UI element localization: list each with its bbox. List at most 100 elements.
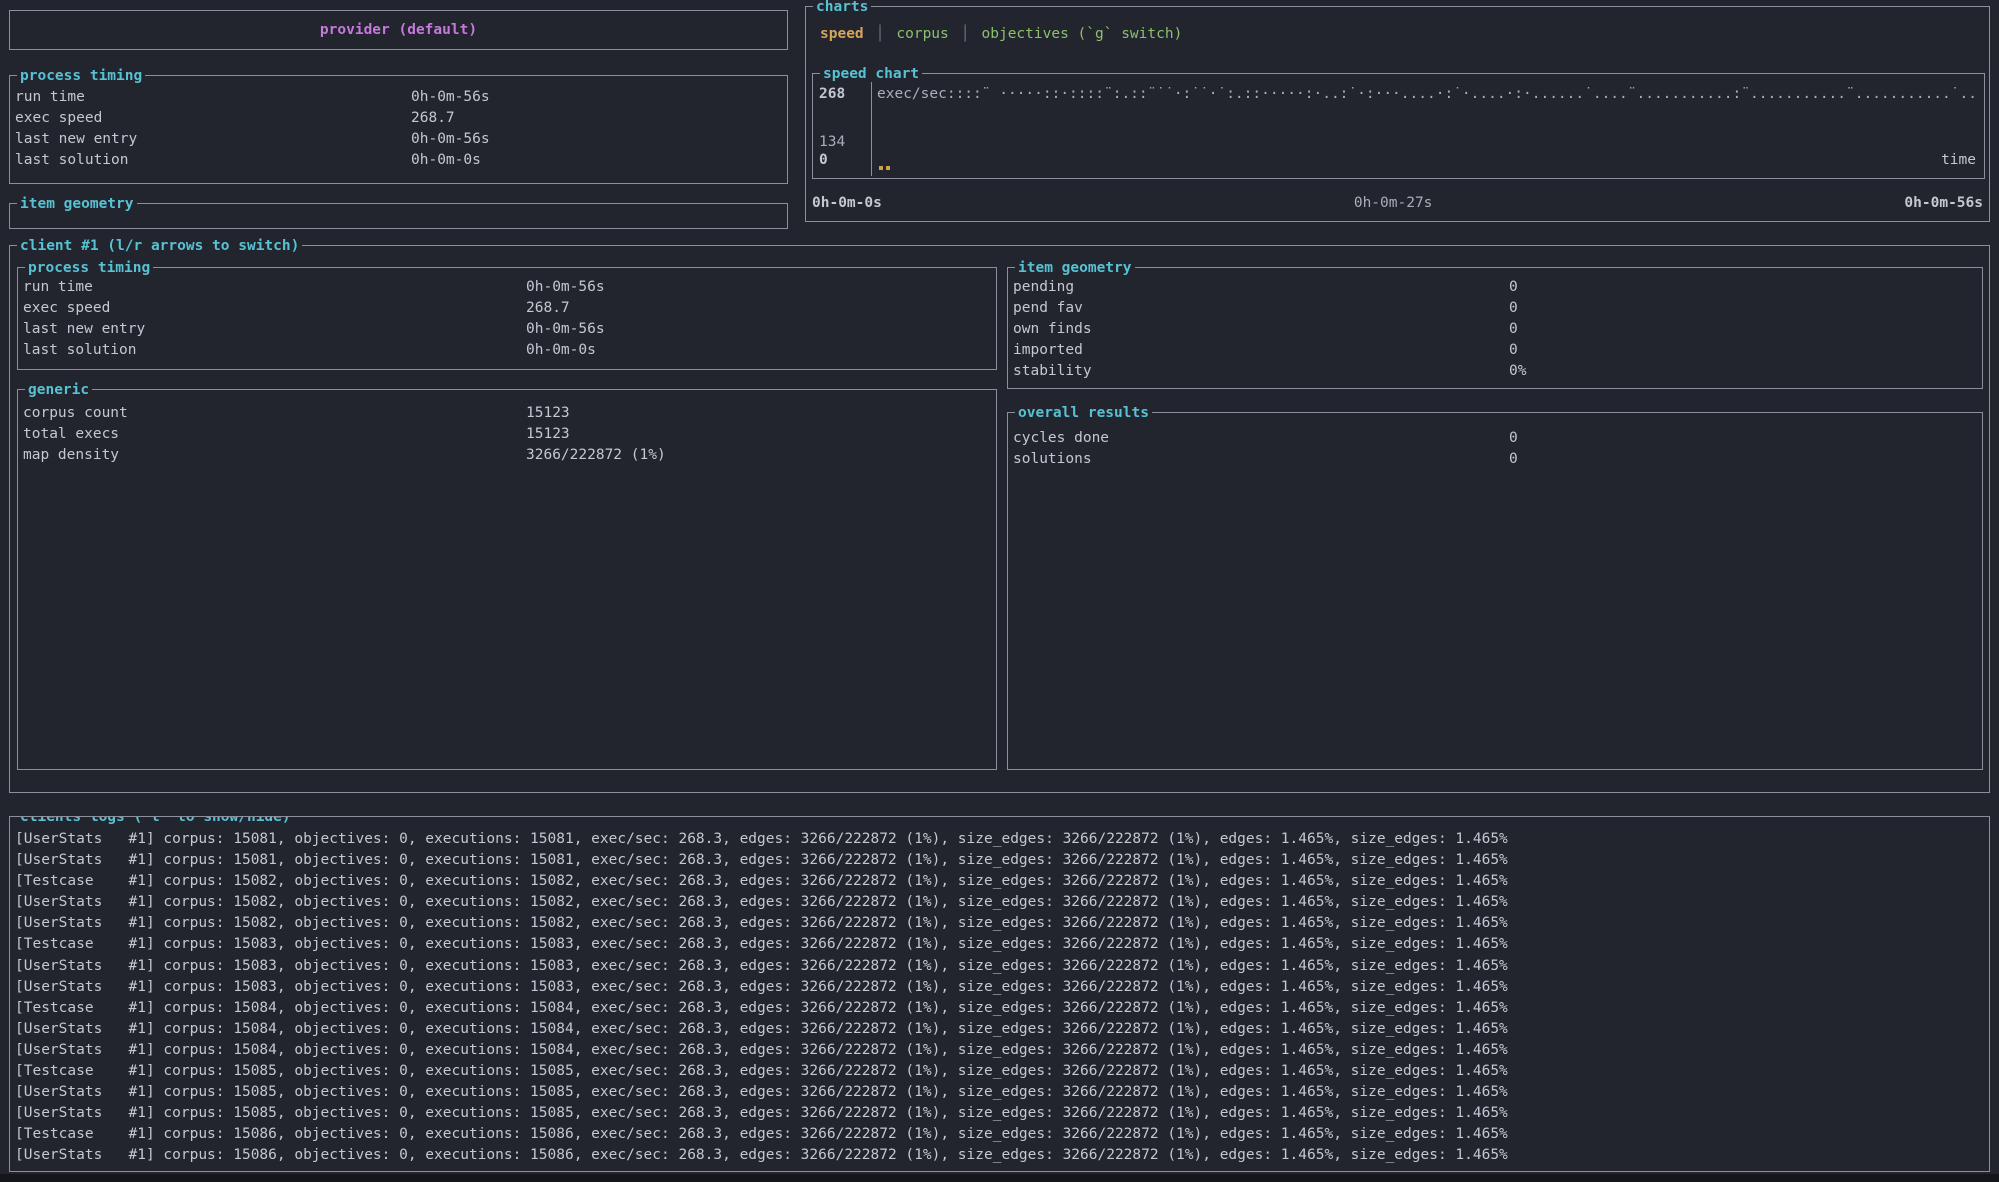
log-line: [UserStats #1] corpus: 15085, objectives… [15, 1103, 1989, 1124]
log-line: [UserStats #1] corpus: 15083, objectives… [15, 956, 1989, 977]
stat-row: run time 0h-0m-56s [10, 87, 787, 108]
stat-row: run time 0h-0m-56s [18, 277, 996, 298]
stat-row: pending 0 [1008, 277, 1982, 298]
client-process-timing-title: process timing [25, 258, 153, 278]
stat-value: 268.7 [411, 108, 455, 129]
log-line: [UserStats #1] corpus: 15081, objectives… [15, 829, 1989, 850]
log-line: [Testcase #1] corpus: 15084, objectives:… [15, 998, 1989, 1019]
log-line: [UserStats #1] corpus: 15082, objectives… [15, 913, 1989, 934]
exec-sec-series: exec/sec::::¨ ·····::·::::¨:.::¨˙˙·:˙˙·˙… [877, 84, 1980, 105]
stat-row: exec speed 268.7 [18, 298, 996, 319]
stat-value: 3266/222872 (1%) [526, 445, 666, 466]
tab-separator: │ [876, 24, 885, 45]
stat-row: solutions 0 [1008, 449, 1982, 470]
item-geometry-panel: item geometry [9, 203, 788, 229]
tab-objectives[interactable]: objectives (`g` switch) [982, 24, 1183, 45]
log-line: [UserStats #1] corpus: 15084, objectives… [15, 1019, 1989, 1040]
log-line: [UserStats #1] corpus: 15081, objectives… [15, 850, 1989, 871]
x-tick-end: 0h-0m-56s [1904, 193, 1983, 214]
client-item-geometry-panel: item geometry pending 0 pend fav 0 own f… [1007, 267, 1983, 389]
speed-start-marker [879, 166, 890, 170]
clients-logs-panel: clients logs (`t` to show/hide) [UserSta… [9, 816, 1990, 1172]
stat-row: cycles done 0 [1008, 428, 1982, 449]
process-timing-panel: process timing run time 0h-0m-56s exec s… [9, 75, 788, 184]
speed-chart-title: speed chart [820, 64, 922, 84]
stat-label: last new entry [15, 129, 411, 150]
log-line: [UserStats #1] corpus: 15083, objectives… [15, 977, 1989, 998]
stat-value: 0 [1509, 428, 1518, 449]
stat-row: map density 3266/222872 (1%) [18, 445, 996, 466]
x-axis-label: time [1941, 150, 1976, 171]
x-axis-ticks: 0h-0m-0s 0h-0m-27s 0h-0m-56s [812, 193, 1983, 214]
stat-label: pend fav [1013, 298, 1509, 319]
stat-value: 268.7 [526, 298, 570, 319]
tab-separator: │ [961, 24, 970, 45]
x-tick-start: 0h-0m-0s [812, 193, 882, 214]
stat-row: stability 0% [1008, 361, 1982, 382]
stat-value: 0 [1509, 340, 1518, 361]
x-tick-mid: 0h-0m-27s [1354, 193, 1433, 214]
stat-row: last solution 0h-0m-0s [10, 150, 787, 171]
stat-value: 0 [1509, 449, 1518, 470]
speed-chart: speed chart 268 134 0 exec/sec::::¨ ····… [812, 73, 1985, 179]
stat-label: last new entry [23, 319, 526, 340]
log-line: [Testcase #1] corpus: 15086, objectives:… [15, 1124, 1989, 1145]
provider-tab-box[interactable]: provider (default) [9, 10, 788, 50]
stat-label: own finds [1013, 319, 1509, 340]
stat-value: 0 [1509, 298, 1518, 319]
item-geometry-title: item geometry [17, 194, 137, 214]
stat-row: last new entry 0h-0m-56s [10, 129, 787, 150]
stat-value: 15123 [526, 424, 570, 445]
stat-label: pending [1013, 277, 1509, 298]
client-panel: client #1 (l/r arrows to switch) process… [9, 245, 1990, 793]
stat-label: imported [1013, 340, 1509, 361]
stat-label: exec speed [15, 108, 411, 129]
stat-value: 0 [1509, 319, 1518, 340]
stat-label: map density [23, 445, 526, 466]
series-dots: ::::¨ ·····::·::::¨:.::¨˙˙·:˙˙·˙:.::····… [947, 86, 1980, 102]
stat-label: solutions [1013, 449, 1509, 470]
stat-value: 0h-0m-56s [411, 129, 490, 150]
tui-monitor-window: provider (default) charts speed │ corpus… [0, 0, 1999, 1182]
stat-row: pend fav 0 [1008, 298, 1982, 319]
client-overall-results-title: overall results [1015, 403, 1152, 423]
clients-logs-title: clients logs (`t` to show/hide) [17, 816, 294, 827]
chart-tabs: speed │ corpus │ objectives (`g` switch) [820, 24, 1182, 45]
stat-row: last new entry 0h-0m-56s [18, 319, 996, 340]
stat-value: 0h-0m-56s [526, 319, 605, 340]
stat-row: exec speed 268.7 [10, 108, 787, 129]
stat-row: corpus count 15123 [18, 403, 996, 424]
tab-speed[interactable]: speed [820, 24, 864, 45]
client-process-timing-panel: process timing run time 0h-0m-56s exec s… [17, 267, 997, 370]
charts-box: charts speed │ corpus │ objectives (`g` … [805, 6, 1990, 222]
stat-row: own finds 0 [1008, 319, 1982, 340]
process-timing-title: process timing [17, 66, 145, 86]
stat-label: cycles done [1013, 428, 1509, 449]
client-item-geometry-title: item geometry [1015, 258, 1135, 278]
y-axis-tick-min: 0 [819, 150, 828, 171]
stat-label: total execs [23, 424, 526, 445]
client-overall-results-panel: overall results cycles done 0 solutions … [1007, 412, 1983, 770]
log-line: [Testcase #1] corpus: 15083, objectives:… [15, 934, 1989, 955]
client-panel-title: client #1 (l/r arrows to switch) [17, 236, 302, 256]
stat-label: corpus count [23, 403, 526, 424]
stat-label: run time [23, 277, 526, 298]
stat-label: stability [1013, 361, 1509, 382]
y-axis-tick-max: 268 [819, 84, 845, 105]
stat-value: 0 [1509, 277, 1518, 298]
tab-corpus[interactable]: corpus [896, 24, 948, 45]
stat-label: exec speed [23, 298, 526, 319]
log-line: [Testcase #1] corpus: 15085, objectives:… [15, 1061, 1989, 1082]
stat-label: last solution [23, 340, 526, 361]
log-line: [Testcase #1] corpus: 15082, objectives:… [15, 871, 1989, 892]
stat-value: 0h-0m-0s [526, 340, 596, 361]
log-list: [UserStats #1] corpus: 15081, objectives… [10, 817, 1989, 1167]
stat-value: 0h-0m-56s [526, 277, 605, 298]
series-label: exec/sec [877, 86, 947, 102]
stat-row: last solution 0h-0m-0s [18, 340, 996, 361]
client-generic-panel: generic corpus count 15123 total execs 1… [17, 389, 997, 770]
log-line: [UserStats #1] corpus: 15085, objectives… [15, 1082, 1989, 1103]
log-line: [UserStats #1] corpus: 15082, objectives… [15, 892, 1989, 913]
stat-value: 15123 [526, 403, 570, 424]
stat-label: last solution [15, 150, 411, 171]
